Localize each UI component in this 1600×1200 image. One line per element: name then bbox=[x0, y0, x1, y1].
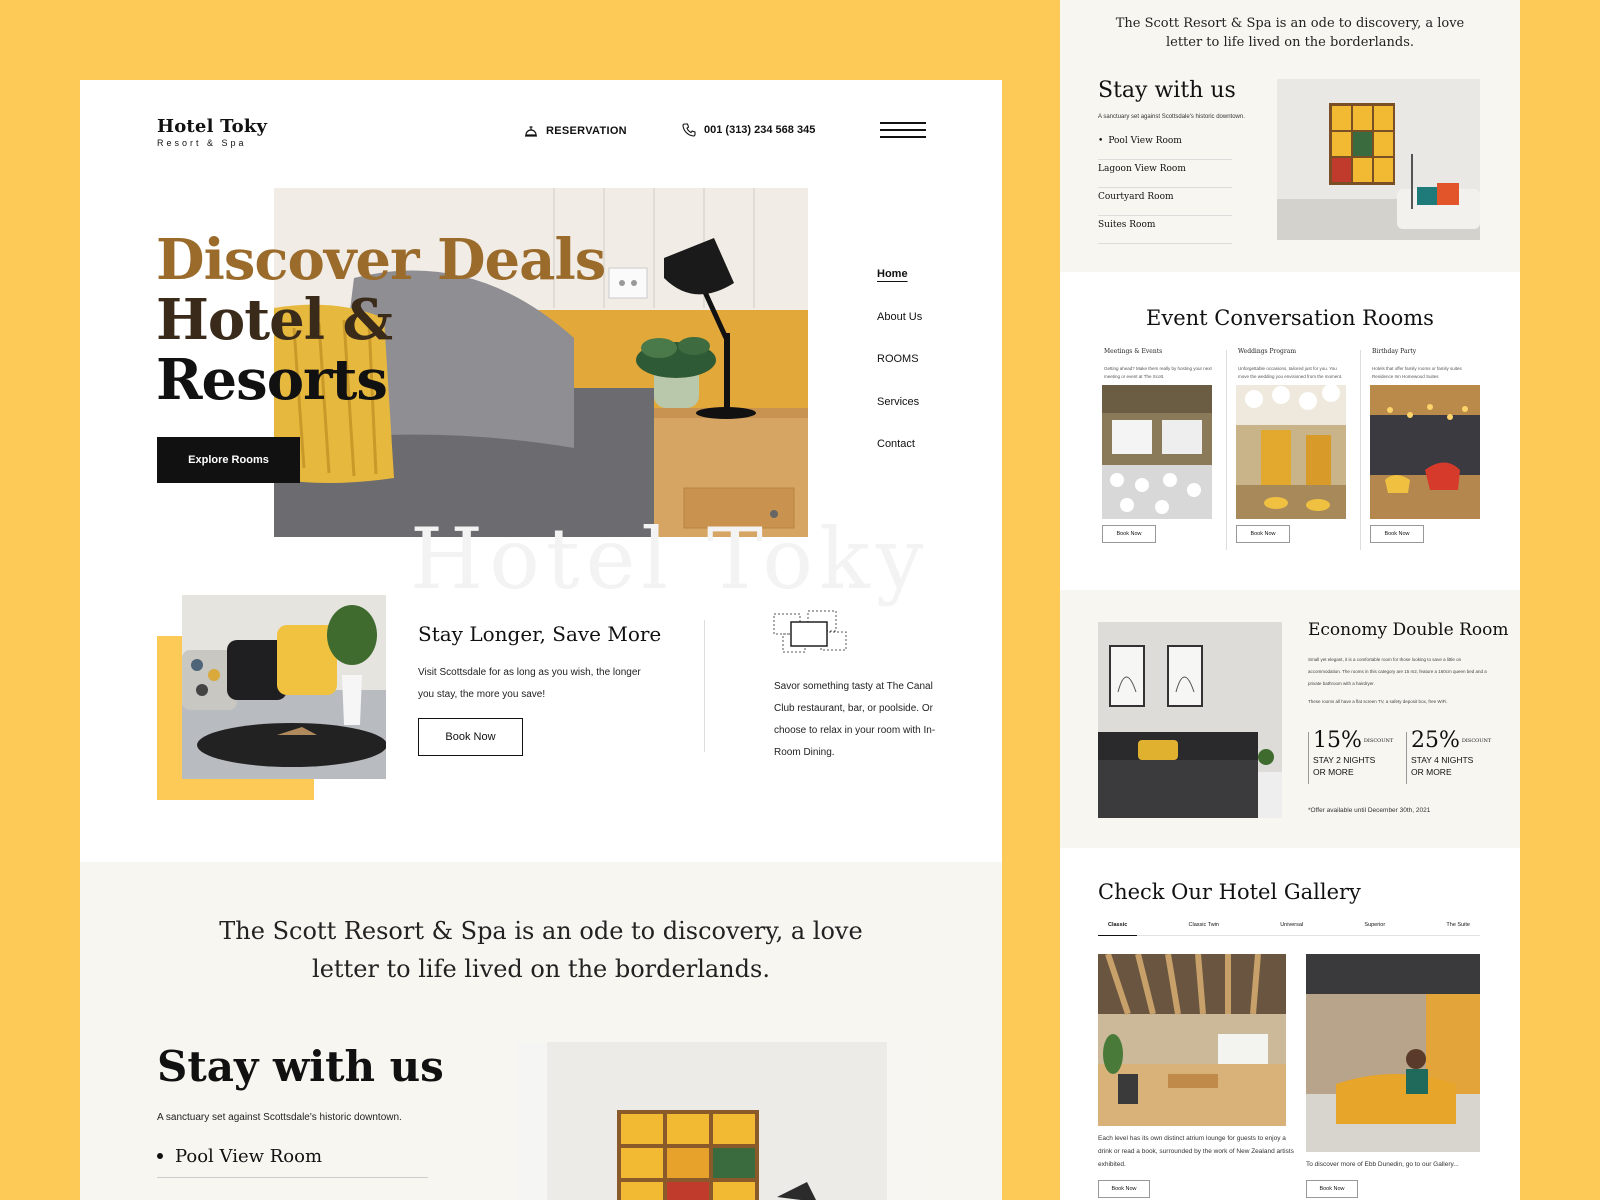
side-room-item[interactable]: Courtyard Room bbox=[1098, 188, 1232, 216]
economy-room-amenities: These rooms all have a flat screen TV, a… bbox=[1308, 699, 1448, 704]
meeting-hall-image bbox=[1102, 385, 1212, 519]
side-navigation: Home About Us ROOMS Services Contact bbox=[877, 268, 922, 481]
watermark-text: Hotel Toky bbox=[410, 510, 930, 608]
gallery-book-now-button[interactable]: Book Now bbox=[1098, 1180, 1150, 1198]
tab-classic[interactable]: Classic bbox=[1098, 922, 1138, 936]
reception-bell-icon bbox=[525, 126, 537, 137]
event-book-now-button[interactable]: Book Now bbox=[1370, 525, 1424, 543]
stay-longer-title: Stay Longer, Save More bbox=[418, 622, 662, 646]
side-quote-line-2: letter to life lived on the borderlands. bbox=[1165, 35, 1415, 50]
main-page-panel: Hotel Toky Resort & Spa RESERVATION 001 … bbox=[80, 80, 1002, 1200]
events-title: Event Conversation Rooms bbox=[1146, 306, 1434, 330]
discount-label: DISCOUNT bbox=[1461, 738, 1492, 744]
discount-condition-line-1: STAY 2 NIGHTS bbox=[1313, 755, 1376, 765]
hero-title-line-2: Hotel & bbox=[156, 287, 393, 353]
phone-number: 001 (313) 234 568 345 bbox=[704, 124, 816, 136]
economy-room-description: Small yet elegant, it is a comfortable r… bbox=[1308, 657, 1487, 686]
bullet-dot bbox=[157, 1153, 163, 1159]
discount-percent: 15% bbox=[1313, 728, 1362, 753]
event-book-now-button[interactable]: Book Now bbox=[1236, 525, 1290, 543]
wedding-hall-image bbox=[1236, 385, 1346, 519]
side-room-list: Pool View Room Lagoon View Room Courtyar… bbox=[1098, 132, 1232, 244]
event-separator bbox=[1360, 350, 1361, 550]
nav-contact[interactable]: Contact bbox=[877, 438, 922, 481]
discount-line bbox=[1308, 732, 1309, 784]
discount-25: 25% DISCOUNT STAY 4 NIGHTS OR MORE bbox=[1411, 728, 1491, 777]
room-item-label: Pool View Room bbox=[175, 1146, 323, 1167]
side-quote: The Scott Resort & Spa is an ode to disc… bbox=[1060, 14, 1520, 52]
event-separator bbox=[1226, 350, 1227, 550]
side-room-item[interactable]: Lagoon View Room bbox=[1098, 160, 1232, 188]
nav-about-us[interactable]: About Us bbox=[877, 311, 922, 354]
discount-condition-line-1: STAY 4 NIGHTS bbox=[1411, 755, 1474, 765]
gallery-lounge-image bbox=[1098, 954, 1286, 1126]
discount-line bbox=[1406, 732, 1407, 784]
event-title: Meetings & Events bbox=[1104, 348, 1163, 355]
discount-15: 15% DISCOUNT STAY 2 NIGHTS OR MORE bbox=[1313, 728, 1393, 777]
side-room-image bbox=[1277, 79, 1480, 240]
reservation-label: RESERVATION bbox=[546, 125, 627, 137]
phone-link[interactable]: 001 (313) 234 568 345 bbox=[682, 123, 815, 137]
tab-classic-twin[interactable]: Classic Twin bbox=[1179, 922, 1229, 935]
room-item-pool-view[interactable]: Pool View Room bbox=[157, 1146, 428, 1178]
nav-rooms[interactable]: ROOMS bbox=[877, 353, 922, 396]
event-card-birthday: Birthday Party Hotels that offer family … bbox=[1370, 348, 1482, 543]
event-description: Getting ahead? Make them really by hosti… bbox=[1104, 366, 1212, 379]
discount-condition-line-2: OR MORE bbox=[1411, 767, 1452, 777]
reservation-link[interactable]: RESERVATION bbox=[524, 124, 627, 138]
living-room-image bbox=[182, 595, 386, 779]
event-description: Hotels that offer family rooms or family… bbox=[1372, 366, 1462, 379]
secondary-page-panel: The Scott Resort & Spa is an ode to disc… bbox=[1060, 0, 1520, 1200]
tab-superior[interactable]: Superior bbox=[1354, 922, 1395, 935]
discount-percent: 25% bbox=[1411, 728, 1460, 753]
resort-quote: The Scott Resort & Spa is an ode to disc… bbox=[80, 912, 1002, 988]
event-card-weddings: Weddings Program Unforgettable occasions… bbox=[1236, 348, 1348, 543]
explore-rooms-button[interactable]: Explore Rooms bbox=[157, 437, 300, 483]
gallery-title: Check Our Hotel Gallery bbox=[1098, 880, 1361, 904]
nav-services[interactable]: Services bbox=[877, 396, 922, 439]
hero-title: Discover Deals Hotel & Resorts bbox=[156, 227, 606, 413]
offer-note: *Offer available until December 30th, 20… bbox=[1308, 807, 1431, 814]
hamburger-menu-icon[interactable] bbox=[880, 122, 926, 138]
stay-with-us-subtitle: A sanctuary set against Scottsdale's his… bbox=[157, 1112, 402, 1123]
quote-line-1: The Scott Resort & Spa is an ode to disc… bbox=[219, 917, 863, 945]
stay-with-us-title: Stay with us bbox=[157, 1042, 444, 1091]
discount-condition-line-2: OR MORE bbox=[1313, 767, 1354, 777]
event-description: Unforgettable occasions, tailored just f… bbox=[1238, 366, 1343, 379]
gallery-reading-nook-image bbox=[1306, 954, 1480, 1152]
gallery-tabs: Classic Classic Twin Universal Superior … bbox=[1098, 922, 1480, 936]
party-lounge-image bbox=[1370, 385, 1480, 519]
event-card-meetings: Meetings & Events Getting ahead? Make th… bbox=[1102, 348, 1214, 543]
gallery-caption-2: To discover more of Ebb Dunedin, go to o… bbox=[1306, 1161, 1459, 1168]
phone-icon bbox=[682, 123, 696, 137]
tv-frames-icon bbox=[773, 610, 847, 653]
stay-longer-text: Visit Scottsdale for as long as you wish… bbox=[418, 667, 641, 700]
tab-universal[interactable]: Universal bbox=[1270, 922, 1313, 935]
event-title: Birthday Party bbox=[1372, 348, 1417, 355]
side-stay-with-us-subtitle: A sanctuary set against Scottsdale's his… bbox=[1098, 114, 1245, 120]
economy-room-title: Economy Double Room bbox=[1308, 620, 1509, 640]
quote-line-2: letter to life lived on the borderlands. bbox=[312, 955, 770, 983]
logo-tagline: Resort & Spa bbox=[157, 138, 247, 148]
tab-the-suite[interactable]: The Suite bbox=[1436, 922, 1480, 935]
hero-title-line-1: Discover Deals bbox=[156, 227, 606, 293]
stay-longer-book-now-button[interactable]: Book Now bbox=[418, 718, 523, 756]
logo-name: Hotel Toky bbox=[157, 116, 268, 137]
side-room-item[interactable]: Suites Room bbox=[1098, 216, 1232, 244]
dining-text: Savor something tasty at The Canal Club … bbox=[774, 681, 936, 758]
nav-home[interactable]: Home bbox=[877, 268, 922, 311]
gallery-book-now-button[interactable]: Book Now bbox=[1306, 1180, 1358, 1198]
event-book-now-button[interactable]: Book Now bbox=[1102, 525, 1156, 543]
section-divider bbox=[704, 620, 705, 752]
side-room-item[interactable]: Pool View Room bbox=[1098, 132, 1232, 160]
event-title: Weddings Program bbox=[1238, 348, 1297, 355]
gallery-caption-1: Each level has its own distinct atrium l… bbox=[1098, 1135, 1294, 1168]
side-stay-with-us-title: Stay with us bbox=[1098, 78, 1236, 103]
side-quote-line-1: The Scott Resort & Spa is an ode to disc… bbox=[1115, 16, 1465, 31]
room-preview-image bbox=[517, 1042, 927, 1200]
economy-room-image bbox=[1098, 622, 1282, 818]
hero-title-line-3: Resorts bbox=[156, 347, 388, 413]
hotel-logo[interactable]: Hotel Toky Resort & Spa bbox=[157, 116, 267, 148]
discount-label: DISCOUNT bbox=[1363, 738, 1394, 744]
